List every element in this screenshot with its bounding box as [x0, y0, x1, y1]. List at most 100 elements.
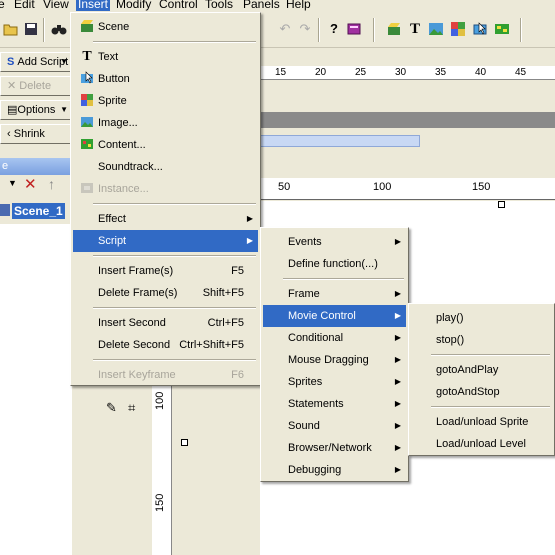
button-icon	[79, 71, 95, 87]
menu-separator	[93, 255, 256, 257]
scene-name-label: Scene_1	[12, 203, 65, 219]
submenu-arrow-icon: ▶	[394, 333, 401, 342]
find-binoculars-icon[interactable]	[50, 20, 68, 38]
redo-icon[interactable]: ↷	[296, 20, 314, 38]
delete-button[interactable]: ✕ Delete	[0, 76, 72, 96]
menu-item-label: Text	[98, 51, 119, 63]
menu-item-button[interactable]: Button	[73, 68, 258, 90]
insert-content-icon[interactable]	[493, 20, 511, 38]
menu-item-text[interactable]: T Text	[73, 46, 258, 68]
menu-insert[interactable]: Insert	[76, 0, 111, 11]
menu-item-sprites[interactable]: Sprites ▶	[263, 371, 406, 393]
insert-sprite-icon[interactable]	[449, 20, 467, 38]
menu-item-sound[interactable]: Sound ▶	[263, 415, 406, 437]
save-icon[interactable]	[22, 20, 40, 38]
scene-list-area	[0, 224, 72, 555]
submenu-arrow-icon: ▶	[394, 355, 401, 364]
drawing-tools: ✎ ⌗	[100, 380, 152, 555]
script-submenu: Events ▶ Define function(...) Frame ▶ Mo…	[260, 227, 409, 482]
submenu-arrow-icon: ▶	[394, 443, 401, 452]
menu-item-effect[interactable]: Effect ▶	[73, 208, 258, 230]
insert-menu: Scene T Text Button Sprite Image... Cont…	[70, 12, 261, 386]
menu-item-scene[interactable]: Scene	[73, 16, 258, 38]
menu-item-frame[interactable]: Frame ▶	[263, 283, 406, 305]
selection-handle[interactable]	[498, 201, 505, 208]
menu-item-events[interactable]: Events ▶	[263, 231, 406, 253]
menu-item-conditional[interactable]: Conditional ▶	[263, 327, 406, 349]
scene-tools: ▼ ✕ ↑	[0, 175, 72, 196]
insert-image-icon[interactable]	[427, 20, 445, 38]
menu-tools[interactable]: Tools	[205, 0, 233, 11]
menu-view[interactable]: View	[43, 0, 69, 11]
menu-item-delete-second[interactable]: Delete Second Ctrl+Shift+F5	[73, 334, 258, 356]
submenu-arrow-icon: ▶	[394, 399, 401, 408]
menu-control[interactable]: Control	[159, 0, 198, 11]
menu-item-label: gotoAndPlay	[436, 364, 499, 376]
help-pointer-icon[interactable]: ?	[325, 20, 343, 38]
shrink-button[interactable]: ‹ Shrink	[0, 124, 72, 144]
timeline-layer-bar[interactable]	[260, 112, 555, 128]
menu-item-content[interactable]: Content...	[73, 134, 258, 156]
menu-item-movie-control[interactable]: Movie Control ▶	[263, 305, 406, 327]
menu-item-stop[interactable]: stop()	[411, 329, 552, 351]
menu-file[interactable]: e	[0, 0, 5, 11]
menu-item-label: Define function(...)	[288, 258, 378, 270]
menu-item-goto-and-stop[interactable]: gotoAndStop	[411, 381, 552, 403]
menu-item-delete-frames[interactable]: Delete Frame(s) Shift+F5	[73, 282, 258, 304]
scrollbar-thumb[interactable]	[260, 135, 420, 147]
options-button[interactable]: ▤Options ▼	[0, 100, 72, 120]
toolbar-separator	[43, 18, 45, 42]
dropdown-arrow-icon[interactable]: ▼	[8, 178, 17, 188]
menu-item-sprite[interactable]: Sprite	[73, 90, 258, 112]
toolbar-separator	[520, 18, 522, 42]
stage-horizontal-ruler: 50 100 150	[260, 178, 555, 200]
selection-handle[interactable]	[181, 439, 188, 446]
menu-edit[interactable]: Edit	[14, 0, 35, 11]
insert-scene-icon[interactable]	[385, 20, 403, 38]
stage-vertical-ruler: 100 150	[152, 380, 172, 555]
submenu-arrow-icon: ▶	[394, 421, 401, 430]
menu-item-load-unload-sprite[interactable]: Load/unload Sprite	[411, 411, 552, 433]
book-icon[interactable]	[345, 20, 363, 38]
menu-help[interactable]: Help	[286, 0, 311, 11]
options-icon: ▤	[7, 104, 18, 116]
menu-item-label: Soundtrack...	[98, 161, 163, 173]
transform-tool-icon[interactable]: ⌗	[128, 400, 135, 416]
scene-list-item[interactable]: Scene_1	[0, 202, 72, 220]
menu-item-shortcut: Ctrl+Shift+F5	[179, 339, 244, 351]
arrow-up-icon[interactable]: ↑	[48, 176, 55, 192]
menu-item-define-function[interactable]: Define function(...)	[263, 253, 406, 275]
menu-item-play[interactable]: play()	[411, 307, 552, 329]
menu-item-insert-frames[interactable]: Insert Frame(s) F5	[73, 260, 258, 282]
menu-item-debugging[interactable]: Debugging ▶	[263, 459, 406, 481]
horizontal-scrollbar[interactable]	[260, 134, 555, 148]
undo-icon[interactable]: ↶	[276, 20, 294, 38]
insert-text-icon[interactable]: T	[406, 20, 424, 38]
chevron-left-icon: ‹	[7, 128, 14, 140]
menu-item-insert-second[interactable]: Insert Second Ctrl+F5	[73, 312, 258, 334]
open-folder-icon[interactable]	[2, 20, 20, 38]
image-icon	[79, 115, 95, 131]
pen-tool-icon[interactable]: ✎	[106, 400, 117, 416]
ruler-tick-label: 45	[515, 67, 527, 78]
menu-item-script[interactable]: Script ▶	[73, 230, 258, 252]
menu-item-load-unload-level[interactable]: Load/unload Level	[411, 433, 552, 455]
menu-panels[interactable]: Panels	[243, 0, 280, 11]
menu-item-statements[interactable]: Statements ▶	[263, 393, 406, 415]
menu-item-soundtrack[interactable]: Soundtrack...	[73, 156, 258, 178]
menu-item-image[interactable]: Image...	[73, 112, 258, 134]
menu-item-browser-network[interactable]: Browser/Network ▶	[263, 437, 406, 459]
delete-label: Delete	[19, 80, 52, 92]
menu-separator	[93, 41, 256, 43]
ruler-tick-label: 20	[315, 67, 327, 78]
menu-modify[interactable]: Modify	[116, 0, 151, 11]
delete-x-icon[interactable]: ✕	[24, 175, 37, 193]
menu-item-goto-and-play[interactable]: gotoAndPlay	[411, 359, 552, 381]
menu-item-instance: Instance...	[73, 178, 258, 200]
menu-item-label: Button	[98, 73, 130, 85]
submenu-arrow-icon: ▶	[394, 289, 401, 298]
menu-item-mouse-dragging[interactable]: Mouse Dragging ▶	[263, 349, 406, 371]
menu-item-label: Sprite	[98, 95, 127, 107]
insert-button-icon[interactable]	[471, 20, 489, 38]
add-script-button[interactable]: S Add Script ▼	[0, 52, 72, 72]
